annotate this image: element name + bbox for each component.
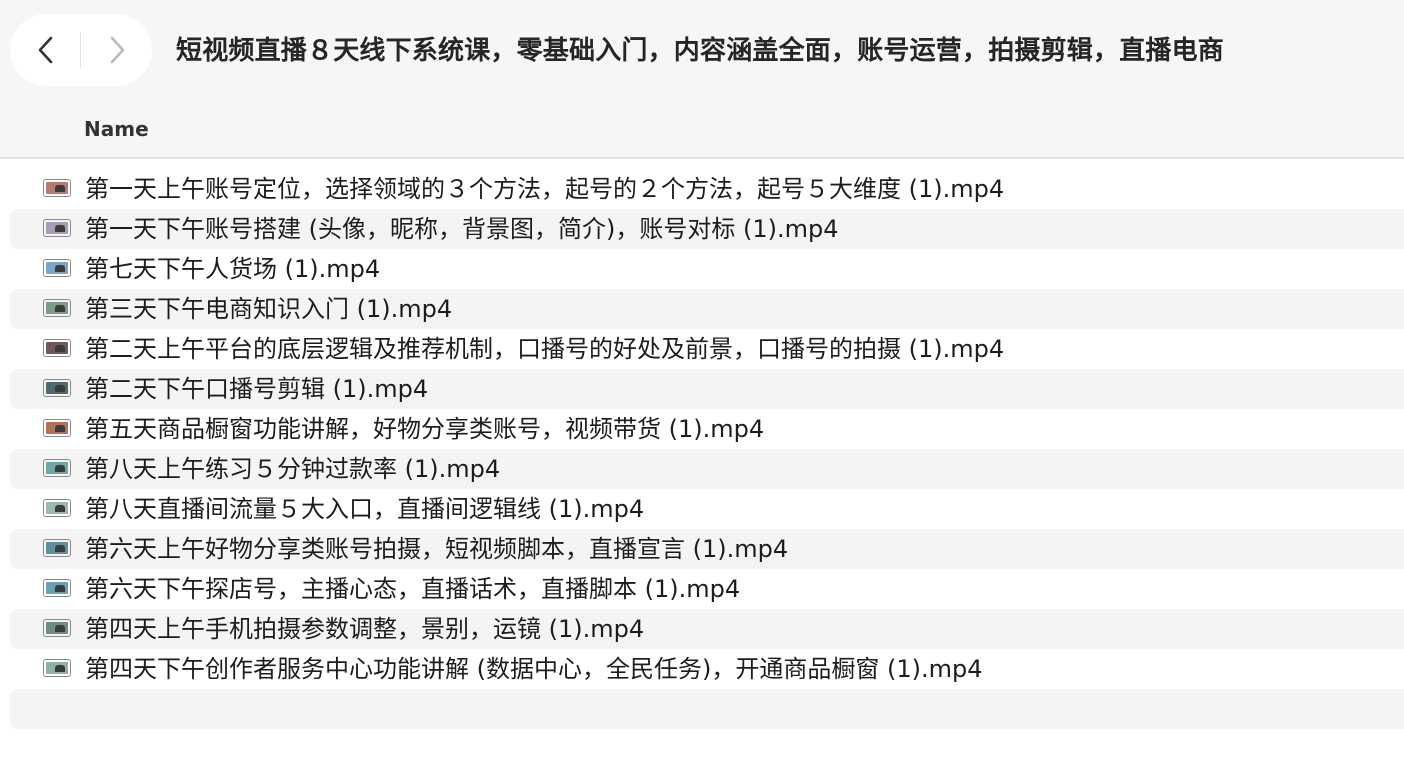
file-name: 第七天下午人货场 (1).mp4	[85, 255, 381, 283]
file-name: 第一天下午账号搭建 (头像，昵称，背景图，简介)，账号对标 (1).mp4	[85, 215, 839, 243]
file-name: 第八天上午练习５分钟过款率 (1).mp4	[85, 455, 501, 483]
video-thumbnail-icon	[43, 499, 71, 517]
video-thumbnail-icon	[43, 299, 71, 317]
video-thumbnail-icon	[43, 659, 71, 677]
back-button[interactable]	[10, 14, 81, 86]
file-row[interactable]: 第五天商品橱窗功能讲解，好物分享类账号，视频带货 (1).mp4	[10, 409, 1404, 449]
video-thumbnail-icon	[43, 379, 71, 397]
column-header-row: Name	[0, 100, 1404, 159]
file-name: 第六天上午好物分享类账号拍摄，短视频脚本，直播宣言 (1).mp4	[85, 535, 789, 563]
file-row[interactable]: 第四天上午手机拍摄参数调整，景别，运镜 (1).mp4	[10, 609, 1404, 649]
video-thumbnail-icon	[43, 539, 71, 557]
file-name: 第五天商品橱窗功能讲解，好物分享类账号，视频带货 (1).mp4	[85, 415, 765, 443]
file-row[interactable]: 第七天下午人货场 (1).mp4	[10, 249, 1404, 289]
navigation-buttons	[10, 14, 152, 86]
file-row[interactable]: 第二天下午口播号剪辑 (1).mp4	[10, 369, 1404, 409]
video-thumbnail-icon	[43, 579, 71, 597]
window-title: 短视频直播８天线下系统课，零基础入门，内容涵盖全面，账号运营，拍摄剪辑，直播电商	[176, 36, 1225, 66]
chevron-left-icon	[38, 36, 52, 64]
file-row[interactable]: 第八天上午练习５分钟过款率 (1).mp4	[10, 449, 1404, 489]
file-name: 第二天上午平台的底层逻辑及推荐机制，口播号的好处及前景，口播号的拍摄 (1).m…	[85, 335, 1005, 363]
video-thumbnail-icon	[43, 219, 71, 237]
file-row[interactable]: 第八天直播间流量５大入口，直播间逻辑线 (1).mp4	[10, 489, 1404, 529]
video-thumbnail-icon	[43, 419, 71, 437]
file-name: 第四天下午创作者服务中心功能讲解 (数据中心，全民任务)，开通商品橱窗 (1).…	[85, 655, 983, 683]
video-thumbnail-icon	[43, 259, 71, 277]
file-row[interactable]: 第三天下午电商知识入门 (1).mp4	[10, 289, 1404, 329]
window-toolbar: 短视频直播８天线下系统课，零基础入门，内容涵盖全面，账号运营，拍摄剪辑，直播电商	[0, 0, 1404, 100]
file-name: 第四天上午手机拍摄参数调整，景别，运镜 (1).mp4	[85, 615, 645, 643]
file-row[interactable]: 第六天上午好物分享类账号拍摄，短视频脚本，直播宣言 (1).mp4	[10, 529, 1404, 569]
video-thumbnail-icon	[43, 459, 71, 477]
empty-list-row	[10, 689, 1404, 729]
file-name: 第三天下午电商知识入门 (1).mp4	[85, 295, 453, 323]
file-row[interactable]: 第一天下午账号搭建 (头像，昵称，背景图，简介)，账号对标 (1).mp4	[10, 209, 1404, 249]
file-name: 第六天下午探店号，主播心态，直播话术，直播脚本 (1).mp4	[85, 575, 741, 603]
file-row[interactable]: 第四天下午创作者服务中心功能讲解 (数据中心，全民任务)，开通商品橱窗 (1).…	[10, 649, 1404, 689]
file-name: 第二天下午口播号剪辑 (1).mp4	[85, 375, 429, 403]
file-row[interactable]: 第二天上午平台的底层逻辑及推荐机制，口播号的好处及前景，口播号的拍摄 (1).m…	[10, 329, 1404, 369]
video-thumbnail-icon	[43, 179, 71, 197]
forward-button[interactable]	[81, 14, 152, 86]
column-header-name[interactable]: Name	[84, 117, 149, 141]
file-name: 第八天直播间流量５大入口，直播间逻辑线 (1).mp4	[85, 495, 645, 523]
chevron-right-icon	[110, 36, 124, 64]
file-list: 第一天上午账号定位，选择领域的３个方法，起号的２个方法，起号５大维度 (1).m…	[10, 169, 1404, 689]
file-name: 第一天上午账号定位，选择领域的３个方法，起号的２个方法，起号５大维度 (1).m…	[85, 175, 1005, 203]
video-thumbnail-icon	[43, 339, 71, 357]
file-row[interactable]: 第六天下午探店号，主播心态，直播话术，直播脚本 (1).mp4	[10, 569, 1404, 609]
file-row[interactable]: 第一天上午账号定位，选择领域的３个方法，起号的２个方法，起号５大维度 (1).m…	[10, 169, 1404, 209]
video-thumbnail-icon	[43, 619, 71, 637]
